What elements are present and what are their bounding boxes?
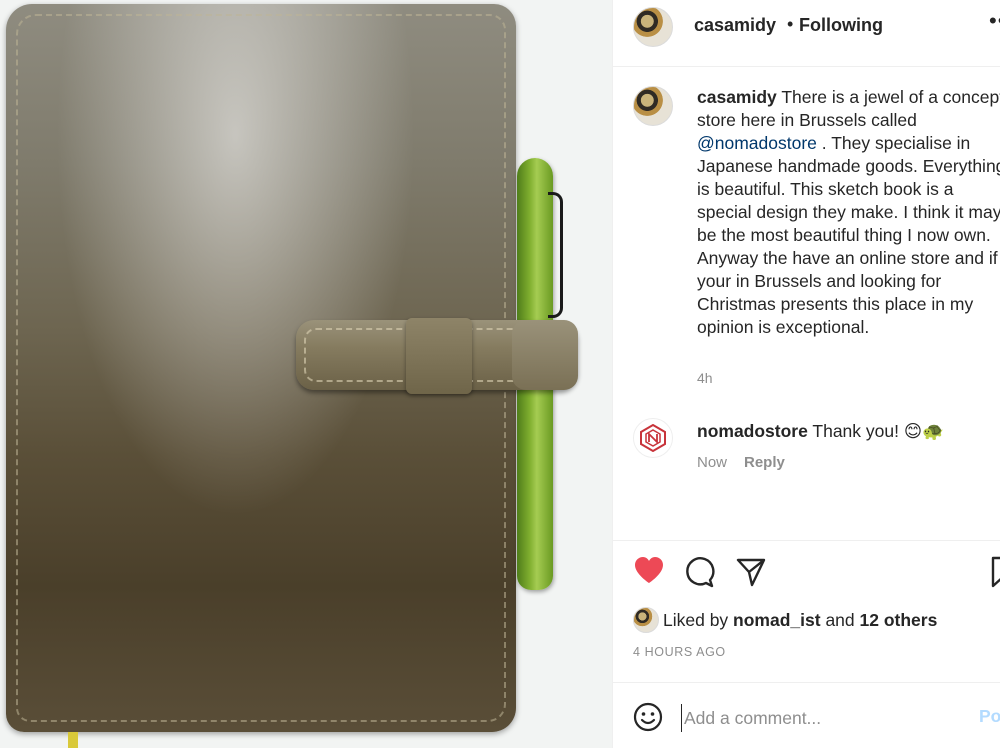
caption-author-avatar[interactable] [633,86,673,126]
following-button[interactable]: Following [799,15,883,36]
reply-time: Now [697,454,728,471]
caption-time: 4h [697,370,713,386]
nomadostore-logo-icon [640,424,666,452]
heart-icon[interactable] [633,555,665,585]
pen-holder-loop [512,320,578,390]
likes-middle: and [820,610,860,630]
post-panel: casamidy • Following ••• casamidy There … [612,0,1000,748]
header-separator: • [787,14,794,34]
likes-summary[interactable]: Liked by nomad_ist and 12 others [663,610,937,631]
author-username[interactable]: casamidy [694,15,776,36]
bookmark-ribbon [68,732,78,748]
share-icon[interactable] [735,556,767,588]
comment-icon[interactable] [683,556,715,588]
reply-author[interactable]: nomadostore [697,421,808,441]
post-timestamp: 4 HOURS AGO [633,645,726,659]
bookmark-icon[interactable] [991,556,1000,588]
reply-author-avatar[interactable] [633,418,673,458]
post-comment-button[interactable]: Po [979,706,1000,727]
reply-text: nomadostore Thank you! 😊🐢 [697,421,944,442]
caption-text: casamidy There is a jewel of a concept s… [697,86,1000,339]
comment-input[interactable] [681,704,976,732]
more-options-icon[interactable]: ••• [989,8,1000,34]
author-avatar[interactable] [633,7,673,47]
reply-button[interactable]: Reply [744,454,785,471]
caption-author[interactable]: casamidy [697,87,777,107]
pen-clip [548,192,563,318]
likes-others-count[interactable]: 12 others [860,610,938,630]
caption-body-2: . They specialise in Japanese handmade g… [697,133,1000,337]
liked-by-avatar[interactable] [633,607,659,633]
liked-by-user[interactable]: nomad_ist [733,610,821,630]
action-bar [613,540,1000,617]
likes-prefix: Liked by [663,610,734,630]
strap-keeper [406,318,472,394]
post-header: casamidy • Following ••• [613,0,1000,67]
post-image[interactable] [0,0,612,748]
emoji-icon[interactable] [633,702,663,732]
caption-mention-link[interactable]: @nomadostore [697,133,817,153]
reply-body: Thank you! 😊🐢 [807,421,944,441]
